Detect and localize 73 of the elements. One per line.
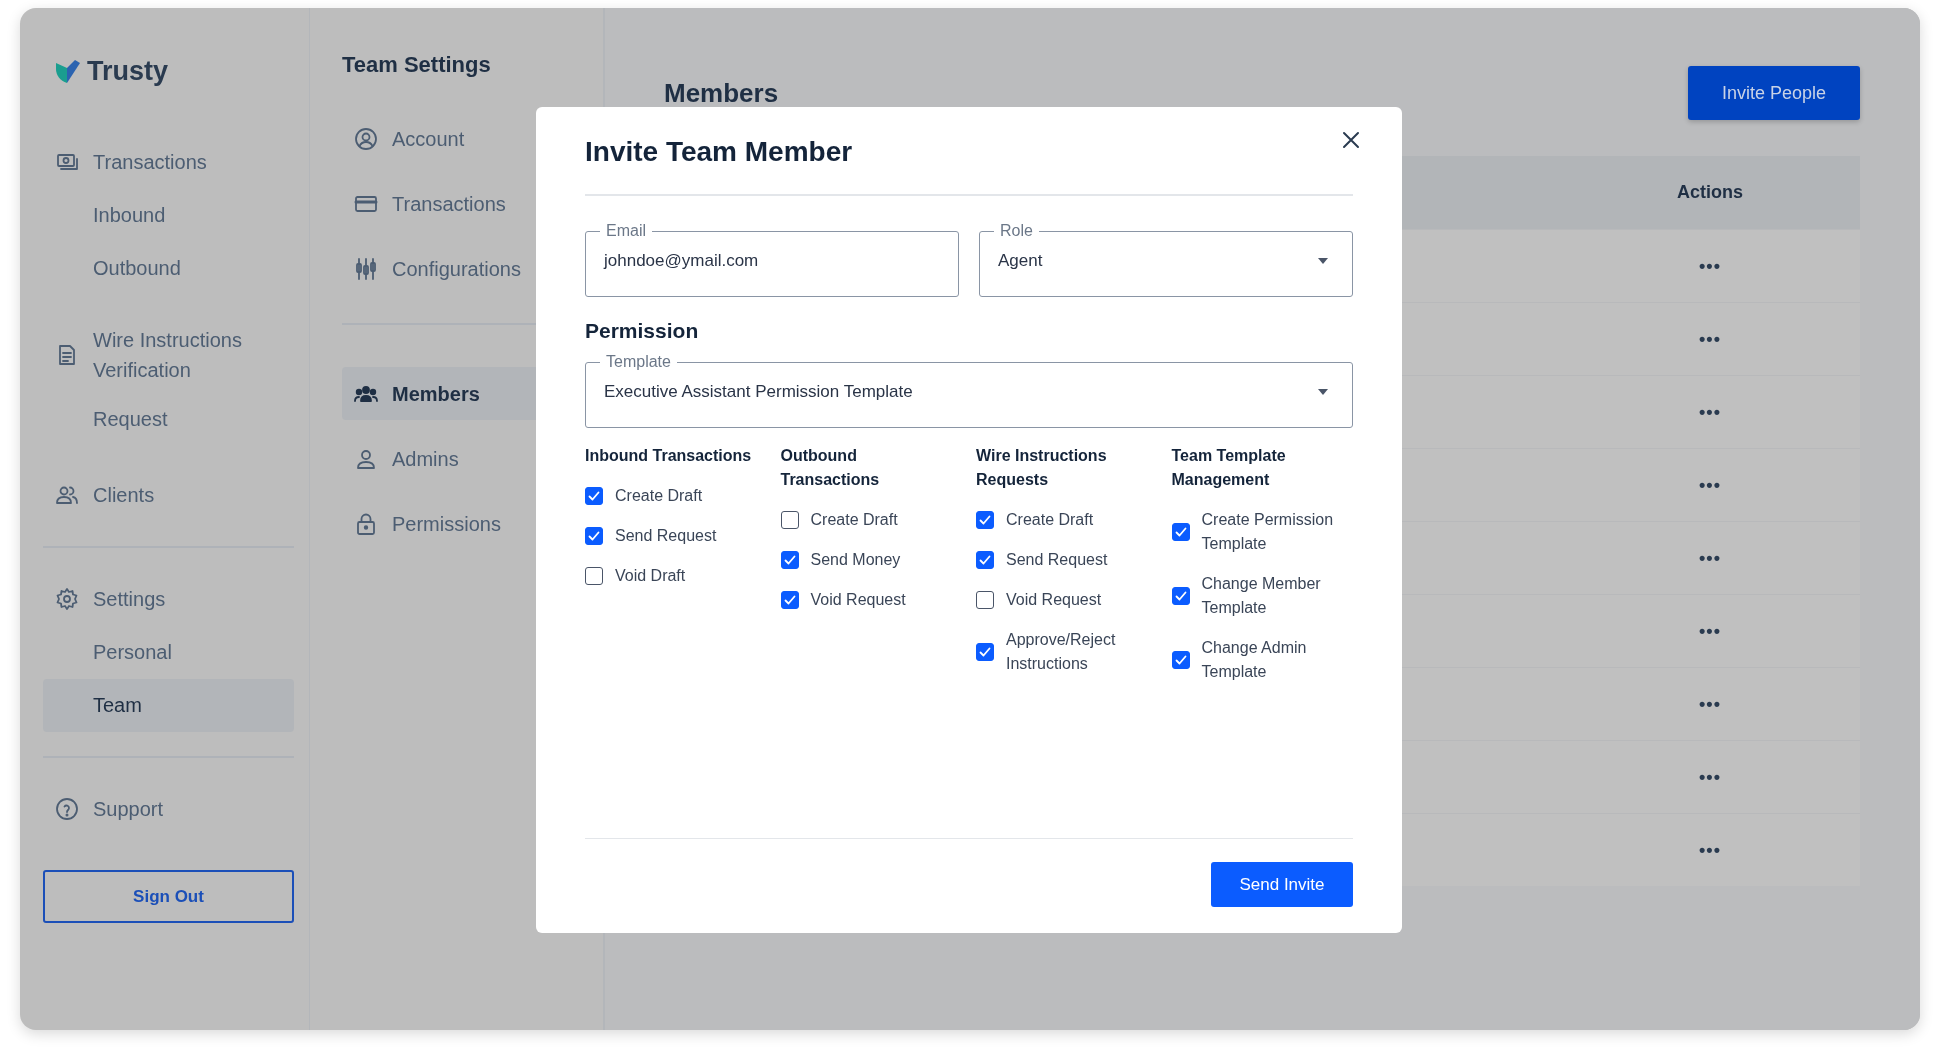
checkbox[interactable] (976, 551, 994, 569)
checkbox-label: Void Request (1006, 590, 1102, 610)
sidebar-subitem[interactable]: Team (43, 679, 294, 732)
checkbox[interactable] (976, 511, 994, 529)
more-actions-button[interactable]: ••• (1699, 255, 1721, 276)
sidebar-subitem[interactable]: Outbound (43, 242, 294, 295)
sign-out-button[interactable]: Sign Out (43, 870, 294, 923)
sidebar-item[interactable]: Support (43, 782, 294, 836)
checkbox-label: Void Draft (615, 566, 686, 586)
sidebar-item[interactable]: Wire Instructions Verification (43, 317, 294, 393)
checkbox[interactable] (780, 591, 799, 609)
group-title: Wire Instructions Requests (976, 446, 1108, 490)
column-header: Actions (1676, 182, 1744, 203)
checkbox-label: Send Money (810, 550, 901, 570)
checkbox[interactable] (1171, 651, 1190, 669)
lock-icon (354, 511, 378, 536)
field-label: Template (605, 353, 672, 371)
checkbox[interactable] (585, 527, 603, 545)
logo-text: Trusty (87, 56, 169, 87)
sidebar-item[interactable]: Transactions (43, 135, 294, 189)
more-actions-button[interactable]: ••• (1699, 474, 1721, 495)
account-icon (354, 126, 378, 151)
checkbox[interactable] (976, 643, 994, 661)
checkbox[interactable] (1171, 587, 1190, 605)
checkbox[interactable] (780, 511, 799, 529)
email-field[interactable]: Email johndoe@ymail.com (585, 222, 959, 297)
more-actions-button[interactable]: ••• (1699, 401, 1721, 422)
sidebar-subitem[interactable]: Inbound (43, 189, 294, 242)
settings-nav-item[interactable]: Permissions (342, 497, 603, 550)
page-title: Members (664, 77, 779, 109)
checkbox[interactable] (585, 567, 603, 585)
group-title: Inbound Transactions (585, 446, 753, 466)
group-title: Team Template Management (1171, 446, 1287, 490)
checkbox[interactable] (976, 591, 994, 609)
checkbox-label: Void Request (810, 590, 906, 610)
more-actions-button[interactable]: ••• (1699, 328, 1721, 349)
checkbox-label: Send Request (1006, 550, 1108, 570)
checkbox-label: Create Draft (615, 486, 703, 506)
checkbox-label: Change Admin Template (1201, 638, 1308, 682)
more-actions-button[interactable]: ••• (1699, 839, 1721, 860)
caret-icon (1318, 258, 1328, 264)
help-icon (55, 797, 79, 821)
role-dropdown[interactable]: Role Agent (979, 222, 1353, 297)
section-title: Permission (585, 319, 700, 343)
sidebar-subitem[interactable]: Personal (43, 626, 294, 679)
field-label: Email (605, 222, 647, 240)
sliders-icon (354, 256, 378, 281)
sidebar-subitem[interactable]: Request (43, 393, 294, 446)
more-actions-button[interactable]: ••• (1699, 766, 1721, 787)
sidebar-item[interactable]: Clients (43, 468, 294, 522)
checkbox-label: Change Member Template (1201, 574, 1322, 618)
more-actions-button[interactable]: ••• (1699, 620, 1721, 641)
settings-icon (55, 587, 79, 611)
dialog-title: Invite Team Member (585, 136, 853, 168)
caret-icon (1318, 389, 1328, 395)
more-actions-button[interactable]: ••• (1699, 693, 1721, 714)
invite-people-button[interactable]: Invite People (1688, 66, 1860, 120)
checkbox-label: Send Request (615, 526, 717, 546)
field-label: Role (999, 222, 1034, 240)
checkbox-label: Create Draft (1006, 510, 1094, 530)
more-actions-button[interactable]: ••• (1699, 547, 1721, 568)
group-title: Outbound Transactions (780, 446, 881, 490)
checkbox[interactable] (1171, 523, 1190, 541)
close-icon (1341, 130, 1361, 150)
send-invite-button[interactable]: Send Invite (1211, 862, 1353, 907)
checkbox-label: Create Permission Template (1201, 510, 1335, 554)
checkbox[interactable] (585, 487, 603, 505)
template-dropdown[interactable]: Template Executive Assistant Permission Template (585, 353, 1353, 428)
checkbox[interactable] (780, 551, 799, 569)
panel-title: Team Settings (342, 52, 492, 78)
checkbox-label: Approve/Reject Instructions (1006, 630, 1117, 674)
checkbox-label: Create Draft (810, 510, 898, 530)
sidebar-item[interactable]: Settings (43, 572, 294, 626)
